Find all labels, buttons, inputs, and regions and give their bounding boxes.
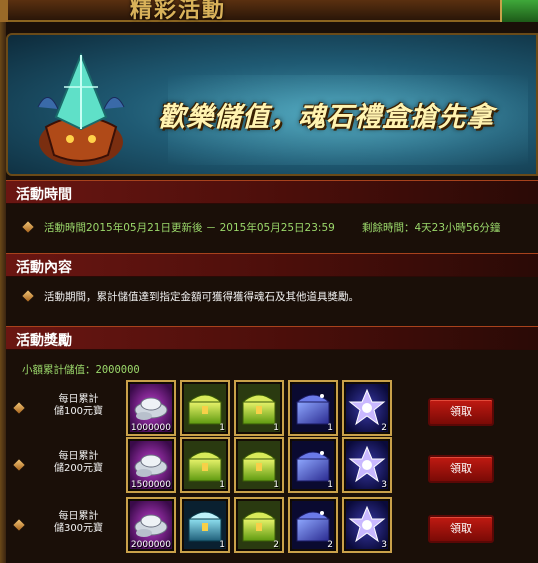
- reward-item-slot[interactable]: 1: [288, 437, 338, 493]
- reward-row-label-line1: 每日累計: [58, 394, 99, 405]
- bullet-diamond-icon: [22, 221, 34, 233]
- reward-item-slot[interactable]: 1000000: [126, 380, 176, 436]
- claim-button[interactable]: 領取: [428, 515, 494, 543]
- reward-item-slot[interactable]: 1: [180, 437, 230, 493]
- reward-row: 每日累計 儲300元寶 2000000 1 2 2 3 領取: [6, 497, 538, 557]
- left-ornament: [0, 0, 8, 22]
- section-header-content: 活動內容: [6, 253, 538, 277]
- side-tab-button[interactable]: [500, 0, 538, 22]
- time-remaining-text: 剩餘時間：4天23小時56分鐘: [362, 222, 501, 234]
- reward-row-label: 每日累計 儲200元寶: [36, 451, 121, 475]
- top-title-strip: 精彩活動: [0, 0, 538, 23]
- reward-item-slot[interactable]: 1: [234, 380, 284, 436]
- reward-item-slot[interactable]: 1: [180, 380, 230, 436]
- reward-item-slot[interactable]: 3: [342, 497, 392, 553]
- reward-item-slot[interactable]: 1: [288, 380, 338, 436]
- reward-row: 每日累計 儲100元寶 1000000 1 1 1 2 領取: [6, 380, 538, 440]
- small-total-recharge: 小額累計儲值：2000000: [22, 364, 140, 376]
- item-quantity: 1000000: [130, 423, 171, 433]
- section-title-content: 活動內容: [16, 260, 72, 276]
- reward-row-label: 每日累計 儲300元寶: [36, 511, 121, 535]
- section-header-rewards: 活動獎勵: [6, 326, 538, 350]
- item-quantity: 1500000: [130, 480, 171, 490]
- reward-item-slot[interactable]: 1500000: [126, 437, 176, 493]
- item-quantity: 3: [381, 480, 387, 490]
- page-title-fragment: 精彩活動: [130, 0, 227, 23]
- section-title-rewards: 活動獎勵: [16, 333, 72, 349]
- section-body-content: 活動期間，累計儲值達到指定金額可獲得獲得魂石及其他道具獎勵。: [6, 278, 538, 323]
- reward-row-label-line1: 每日累計: [58, 511, 99, 522]
- reward-row-label-line2: 儲100元寶: [53, 406, 104, 417]
- item-quantity: 1: [273, 423, 279, 433]
- item-quantity: 1: [219, 480, 225, 490]
- item-quantity: 2: [327, 540, 333, 550]
- bullet-diamond-icon: [13, 519, 25, 531]
- section-title-time: 活動時間: [16, 187, 72, 203]
- bullet-diamond-icon: [13, 459, 25, 471]
- item-quantity: 1: [219, 423, 225, 433]
- reward-item-slot[interactable]: 2: [342, 380, 392, 436]
- claim-button[interactable]: 領取: [428, 455, 494, 483]
- claim-button[interactable]: 領取: [428, 398, 494, 426]
- bullet-diamond-icon: [22, 290, 34, 302]
- section-header-time: 活動時間: [6, 180, 538, 204]
- item-quantity: 1: [327, 480, 333, 490]
- reward-item-slot[interactable]: 1: [180, 497, 230, 553]
- bullet-diamond-icon: [13, 402, 25, 414]
- item-quantity: 1: [219, 540, 225, 550]
- reward-item-slot[interactable]: 3: [342, 437, 392, 493]
- reward-item-slot[interactable]: 2: [234, 497, 284, 553]
- item-quantity: 1: [273, 480, 279, 490]
- item-quantity: 1: [327, 423, 333, 433]
- item-quantity: 2: [273, 540, 279, 550]
- reward-item-slot[interactable]: 1: [234, 437, 284, 493]
- item-quantity: 3: [381, 540, 387, 550]
- reward-item-slot[interactable]: 2: [288, 497, 338, 553]
- reward-row-label-line1: 每日累計: [58, 451, 99, 462]
- reward-row: 每日累計 儲200元寶 1500000 1 1 1 3 領取: [6, 437, 538, 497]
- item-quantity: 2: [381, 423, 387, 433]
- banner-slogan: 歡樂儲值，魂石禮盒搶先拿: [158, 102, 494, 133]
- reward-row-label: 每日累計 儲100元寶: [36, 394, 121, 418]
- event-content-text: 活動期間，累計儲值達到指定金額可獲得獲得魂石及其他道具獎勵。: [44, 291, 359, 303]
- soul-stone-art-icon: [37, 52, 125, 166]
- section-body-time: 活動時間2015年05月21日更新後 － 2015年05月25日23:59 剩餘…: [6, 205, 538, 255]
- reward-row-label-line2: 儲200元寶: [53, 463, 104, 474]
- item-quantity: 2000000: [130, 540, 171, 550]
- event-banner: 歡樂儲值，魂石禮盒搶先拿: [6, 33, 538, 176]
- reward-item-slot[interactable]: 2000000: [126, 497, 176, 553]
- event-time-text: 活動時間2015年05月21日更新後 － 2015年05月25日23:59: [44, 222, 335, 234]
- reward-row-label-line2: 儲300元寶: [53, 523, 104, 534]
